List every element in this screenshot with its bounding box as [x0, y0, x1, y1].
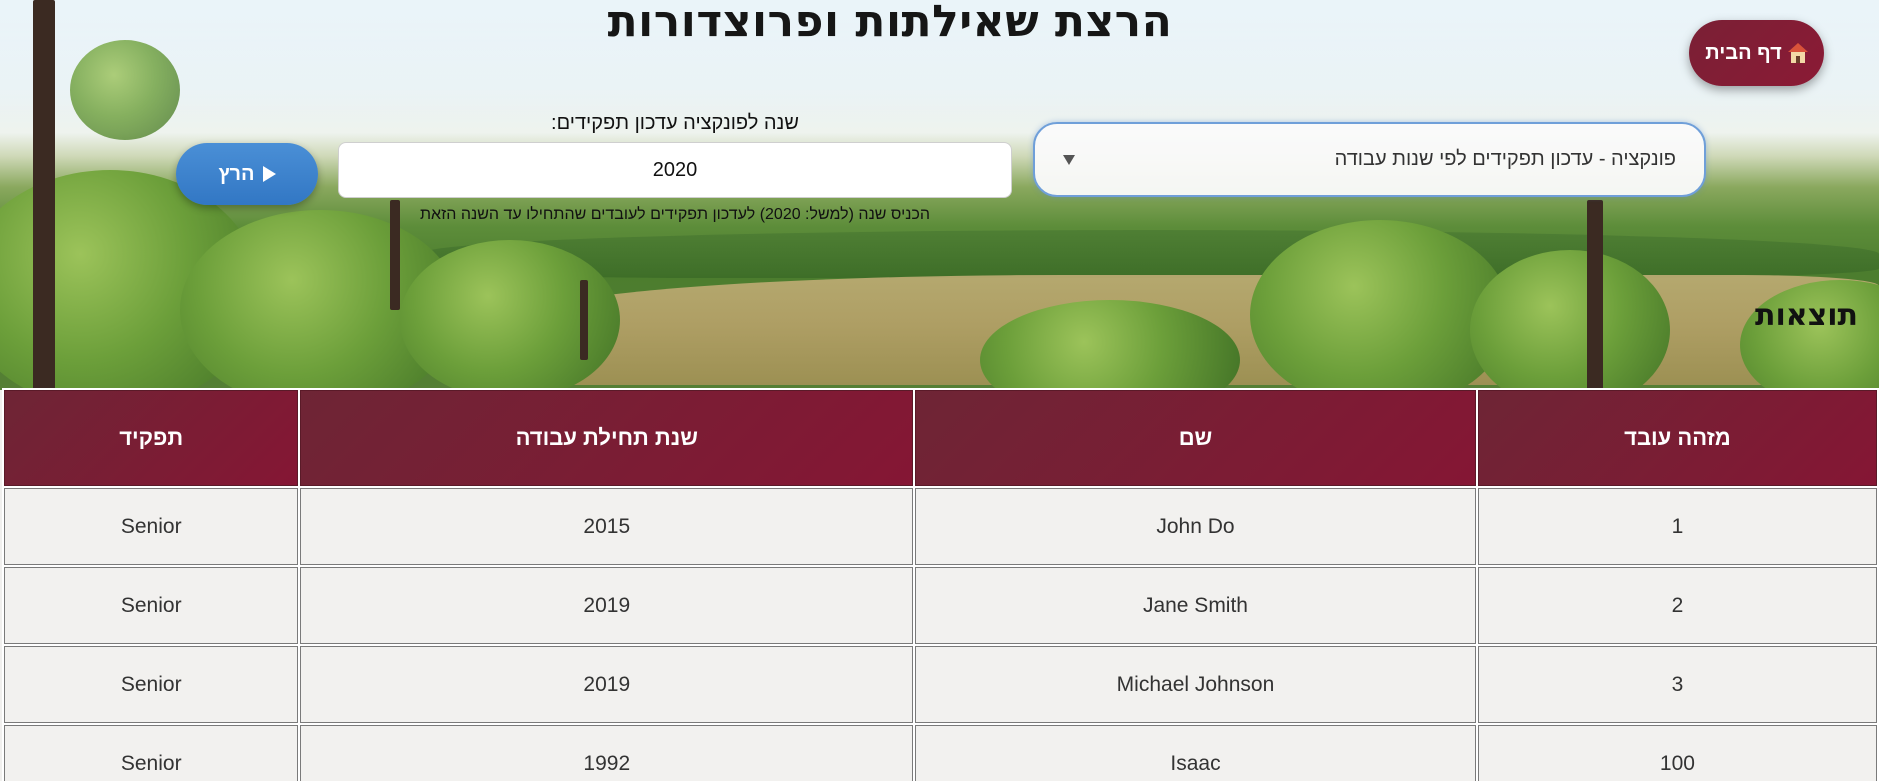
page-title: הרצת שאילתות ופרוצדורות	[607, 0, 1173, 47]
year-field-hint: הכניס שנה (למשל: 2020) לעדכון תפקידים לע…	[419, 206, 931, 223]
table-header-row: מזהה עובד שם שנת תחילת עבודה תפקיד	[4, 390, 1877, 486]
vineyard-post	[33, 0, 55, 390]
function-select-dropdown[interactable]: פונקציה - עדכון תפקידים לפי שנות עבודה	[1033, 122, 1706, 197]
cell-role: Senior	[4, 488, 299, 565]
cell-employee-id: 2	[1477, 567, 1877, 644]
cell-role: Senior	[4, 567, 299, 644]
home-button-label: דף הבית	[1705, 41, 1782, 64]
cell-start-year: 2019	[300, 567, 914, 644]
cell-employee-id: 1	[1477, 488, 1877, 565]
page: הרצת שאילתות ופרוצדורות דף הבית פונקציה …	[0, 0, 1879, 781]
house-icon	[1787, 43, 1808, 63]
cell-employee-id: 100	[1477, 725, 1877, 781]
column-header-role: תפקיד	[4, 390, 299, 486]
year-field-label: שנה לפונקציה עדכון תפקידים:	[551, 112, 799, 134]
table-row: 1 John Do 2015 Senior	[4, 488, 1877, 565]
column-header-employee-id: מזהה עובד	[1477, 390, 1877, 486]
cell-start-year: 1992	[300, 725, 914, 781]
table-row: 2 Jane Smith 2019 Senior	[4, 567, 1877, 644]
run-button[interactable]: הרץ	[176, 143, 318, 205]
column-header-start-year: שנת תחילת עבודה	[300, 390, 914, 486]
cell-start-year: 2019	[300, 646, 914, 723]
results-heading: תוצאות	[1754, 298, 1858, 333]
cell-employee-id: 3	[1477, 646, 1877, 723]
cell-name: Isaac	[915, 725, 1476, 781]
cell-name: John Do	[915, 488, 1476, 565]
results-table: מזהה עובד שם שנת תחילת עבודה תפקיד 1 Joh…	[2, 388, 1879, 781]
run-button-label: הרץ	[218, 162, 255, 185]
vine-leaves	[70, 40, 180, 140]
cell-start-year: 2015	[300, 488, 914, 565]
vine-row-far	[420, 230, 1879, 278]
year-input[interactable]	[338, 142, 1012, 198]
home-button[interactable]: דף הבית	[1689, 20, 1824, 86]
cell-role: Senior	[4, 725, 299, 781]
play-icon	[262, 166, 276, 182]
table-row: 3 Michael Johnson 2019 Senior	[4, 646, 1877, 723]
cell-role: Senior	[4, 646, 299, 723]
dropdown-arrow-icon	[1063, 154, 1075, 165]
vineyard-post	[580, 280, 588, 360]
column-header-name: שם	[915, 390, 1476, 486]
function-select-value: פונקציה - עדכון תפקידים לפי שנות עבודה	[1334, 148, 1676, 170]
table-row: 100 Isaac 1992 Senior	[4, 725, 1877, 781]
vineyard-post	[1587, 200, 1603, 390]
cell-name: Jane Smith	[915, 567, 1476, 644]
cell-name: Michael Johnson	[915, 646, 1476, 723]
